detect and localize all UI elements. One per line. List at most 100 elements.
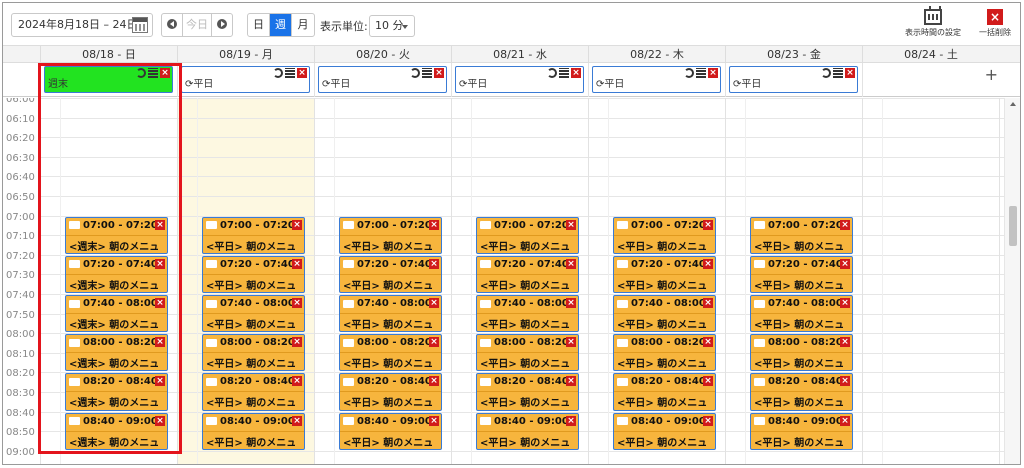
schedule-event[interactable]: 08:20 - 08:40 <平日> 朝のメニューA × xyxy=(613,373,716,411)
schedule-event[interactable]: 07:00 - 07:20 <平日> 朝のメニューA × xyxy=(202,216,305,254)
delete-x-icon[interactable]: × xyxy=(703,337,713,348)
schedule-event[interactable]: 08:00 - 08:20 <週末> 朝のメニューB × xyxy=(65,334,168,372)
schedule-event[interactable]: 08:40 - 09:00 <平日> 朝のメニューB × xyxy=(202,412,305,450)
delete-x-icon[interactable]: × xyxy=(571,68,581,78)
allday-event[interactable]: ⟳平日 × xyxy=(318,66,447,93)
schedule-event[interactable]: 07:20 - 07:40 <週末> 朝のメニューB × xyxy=(65,255,168,293)
schedule-event[interactable]: 08:20 - 08:40 <週末> 朝のメニューA × xyxy=(65,373,168,411)
schedule-event[interactable]: 07:40 - 08:00 <平日> 朝のメニューA × xyxy=(339,295,442,333)
schedule-event[interactable]: 08:00 - 08:20 <平日> 朝のメニューB × xyxy=(750,334,853,372)
delete-x-icon[interactable]: × xyxy=(429,219,439,230)
date-range-field[interactable]: 2024年8月18日 – 24日 xyxy=(11,13,153,37)
delete-x-icon[interactable]: × xyxy=(155,258,165,269)
schedule-event[interactable]: 08:40 - 09:00 <平日> 朝のメニューB × xyxy=(476,412,579,450)
repeat-icon[interactable] xyxy=(410,68,420,78)
delete-x-icon[interactable]: × xyxy=(292,298,302,308)
delete-x-icon[interactable]: × xyxy=(566,298,576,308)
timeline-grid[interactable]: 06:00 06:10 06:20 06:30 06:40 06:50 07:00 07:10… xyxy=(3,98,1020,464)
schedule-event[interactable]: 08:40 - 09:00 <平日> 朝のメニューB × xyxy=(613,412,716,450)
schedule-event[interactable]: 07:20 - 07:40 <平日> 朝のメニューB × xyxy=(613,255,716,293)
set-display-time-button[interactable]: 表示時間の設定 xyxy=(898,6,968,38)
exclude-icon[interactable] xyxy=(833,68,843,78)
delete-x-icon[interactable]: × xyxy=(292,337,302,348)
delete-x-icon[interactable]: × xyxy=(703,258,713,269)
schedule-event[interactable]: 08:20 - 08:40 <平日> 朝のメニューA × xyxy=(339,373,442,411)
allday-event[interactable]: ⟳平日 × xyxy=(455,66,584,93)
schedule-event[interactable]: 08:40 - 09:00 <週末> 朝のメニューB × xyxy=(65,412,168,450)
delete-x-icon[interactable]: × xyxy=(434,68,444,78)
today-button[interactable]: 今日 xyxy=(182,13,212,37)
schedule-event[interactable]: 07:00 - 07:20 <平日> 朝のメニューA × xyxy=(613,216,716,254)
view-week-button[interactable]: 週 xyxy=(270,14,292,36)
exclude-icon[interactable] xyxy=(696,68,706,78)
delete-x-icon[interactable]: × xyxy=(566,415,576,426)
delete-x-icon[interactable]: × xyxy=(429,298,439,308)
bulk-delete-button[interactable]: × 一括削除 xyxy=(975,9,1015,38)
delete-x-icon[interactable]: × xyxy=(566,219,576,230)
delete-x-icon[interactable]: × xyxy=(840,376,850,387)
repeat-icon[interactable] xyxy=(821,68,831,78)
scroll-up-arrow-icon[interactable] xyxy=(1010,102,1016,106)
view-day-button[interactable]: 日 xyxy=(248,14,270,36)
delete-x-icon[interactable]: × xyxy=(429,258,439,269)
allday-event[interactable]: ⟳平日 × xyxy=(592,66,721,93)
delete-x-icon[interactable]: × xyxy=(155,376,165,387)
delete-x-icon[interactable]: × xyxy=(708,68,718,78)
delete-x-icon[interactable]: × xyxy=(840,258,850,269)
schedule-event[interactable]: 08:40 - 09:00 <平日> 朝のメニューB × xyxy=(750,412,853,450)
schedule-event[interactable]: 07:20 - 07:40 <平日> 朝のメニューB × xyxy=(750,255,853,293)
delete-x-icon[interactable]: × xyxy=(703,376,713,387)
delete-x-icon[interactable]: × xyxy=(840,298,850,308)
schedule-event[interactable]: 08:00 - 08:20 <平日> 朝のメニューB × xyxy=(339,334,442,372)
allday-event[interactable]: 週末 × xyxy=(44,66,173,93)
delete-x-icon[interactable]: × xyxy=(155,298,165,308)
schedule-event[interactable]: 07:40 - 08:00 <平日> 朝のメニューA × xyxy=(476,295,579,333)
vertical-scrollbar[interactable] xyxy=(1004,98,1020,464)
delete-x-icon[interactable]: × xyxy=(566,337,576,348)
delete-x-icon[interactable]: × xyxy=(292,376,302,387)
schedule-event[interactable]: 07:40 - 08:00 <週末> 朝のメニューA × xyxy=(65,295,168,333)
schedule-event[interactable]: 08:00 - 08:20 <平日> 朝のメニューB × xyxy=(613,334,716,372)
delete-x-icon[interactable]: × xyxy=(429,376,439,387)
schedule-event[interactable]: 07:00 - 07:20 <週末> 朝のメニューA × xyxy=(65,216,168,254)
delete-x-icon[interactable]: × xyxy=(155,415,165,426)
exclude-icon[interactable] xyxy=(285,68,295,78)
delete-x-icon[interactable]: × xyxy=(297,68,307,78)
exclude-icon[interactable] xyxy=(148,68,158,78)
delete-x-icon[interactable]: × xyxy=(160,68,170,78)
repeat-icon[interactable] xyxy=(547,68,557,78)
repeat-icon[interactable] xyxy=(136,68,146,78)
allday-event[interactable]: ⟳平日 × xyxy=(181,66,310,93)
schedule-event[interactable]: 07:20 - 07:40 <平日> 朝のメニューB × xyxy=(202,255,305,293)
schedule-event[interactable]: 07:40 - 08:00 <平日> 朝のメニューA × xyxy=(613,295,716,333)
delete-x-icon[interactable]: × xyxy=(566,258,576,269)
delete-x-icon[interactable]: × xyxy=(155,219,165,230)
schedule-event[interactable]: 07:40 - 08:00 <平日> 朝のメニューA × xyxy=(202,295,305,333)
prev-week-button[interactable] xyxy=(161,13,183,37)
schedule-event[interactable]: 08:20 - 08:40 <平日> 朝のメニューA × xyxy=(476,373,579,411)
schedule-event[interactable]: 08:20 - 08:40 <平日> 朝のメニューA × xyxy=(750,373,853,411)
schedule-event[interactable]: 08:00 - 08:20 <平日> 朝のメニューB × xyxy=(202,334,305,372)
delete-x-icon[interactable]: × xyxy=(840,415,850,426)
schedule-event[interactable]: 08:40 - 09:00 <平日> 朝のメニューB × xyxy=(339,412,442,450)
scrollbar-thumb[interactable] xyxy=(1009,206,1017,246)
exclude-icon[interactable] xyxy=(422,68,432,78)
exclude-icon[interactable] xyxy=(559,68,569,78)
schedule-event[interactable]: 07:00 - 07:20 <平日> 朝のメニューA × xyxy=(750,216,853,254)
schedule-event[interactable]: 07:00 - 07:20 <平日> 朝のメニューA × xyxy=(476,216,579,254)
allday-cell[interactable] xyxy=(862,63,999,97)
delete-x-icon[interactable]: × xyxy=(840,219,850,230)
schedule-event[interactable]: 07:20 - 07:40 <平日> 朝のメニューB × xyxy=(339,255,442,293)
next-week-button[interactable] xyxy=(211,13,233,37)
delete-x-icon[interactable]: × xyxy=(429,415,439,426)
delete-x-icon[interactable]: × xyxy=(155,337,165,348)
schedule-event[interactable]: 07:20 - 07:40 <平日> 朝のメニューB × xyxy=(476,255,579,293)
unit-select[interactable]: 10 分 xyxy=(369,15,415,37)
delete-x-icon[interactable]: × xyxy=(845,68,855,78)
schedule-event[interactable]: 07:00 - 07:20 <平日> 朝のメニューA × xyxy=(339,216,442,254)
schedule-event[interactable]: 08:20 - 08:40 <平日> 朝のメニューA × xyxy=(202,373,305,411)
delete-x-icon[interactable]: × xyxy=(292,415,302,426)
delete-x-icon[interactable]: × xyxy=(703,298,713,308)
schedule-event[interactable]: 08:00 - 08:20 <平日> 朝のメニューB × xyxy=(476,334,579,372)
delete-x-icon[interactable]: × xyxy=(429,337,439,348)
